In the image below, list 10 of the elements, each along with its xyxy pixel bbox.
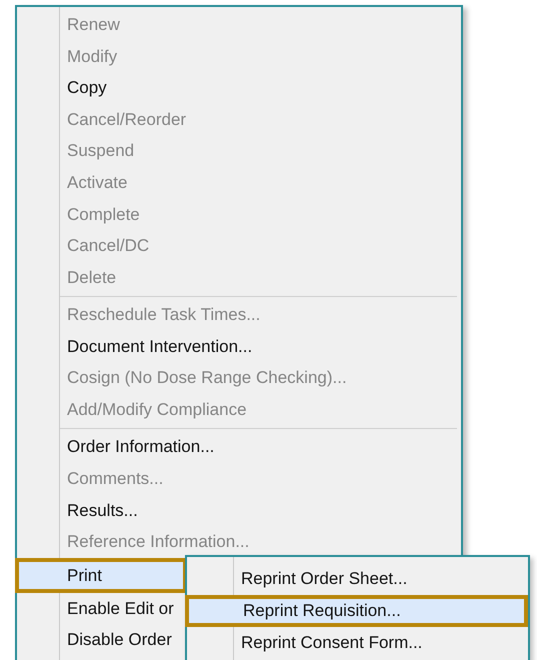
menu-item[interactable]: Order Information... — [17, 431, 218, 463]
menu-item[interactable]: Reprint Consent Form... — [187, 626, 528, 658]
menu-item[interactable]: Disable Order — [17, 624, 176, 656]
menu-item[interactable]: Reprint Order Sheet... — [187, 563, 528, 595]
menu-item[interactable]: Document Intervention... — [17, 330, 256, 362]
menu-item[interactable]: Results... — [17, 494, 142, 526]
menu-item[interactable]: Copy — [17, 72, 111, 104]
menu-item[interactable]: Reprint Requisition... — [185, 594, 528, 627]
menu-item[interactable]: Enable Edit or — [17, 592, 178, 624]
menu-item[interactable]: Print — [15, 558, 187, 593]
